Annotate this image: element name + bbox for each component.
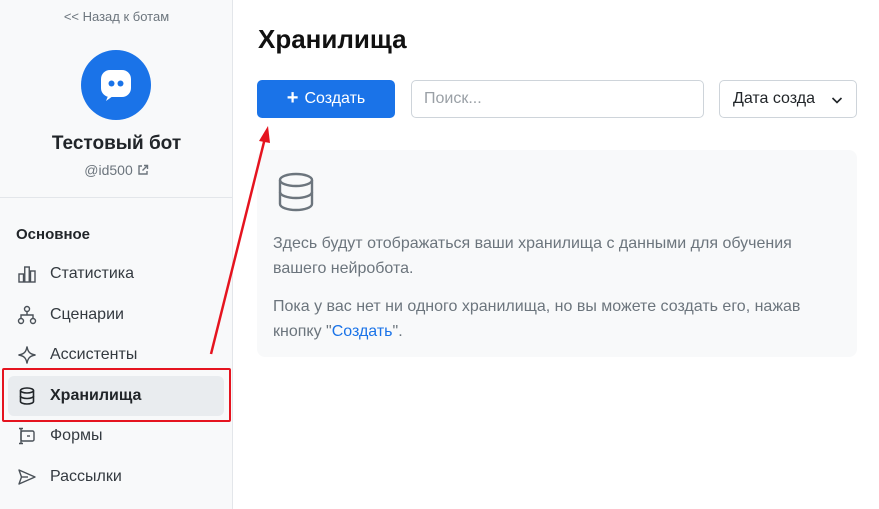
empty-state-create-link[interactable]: Создать — [332, 323, 393, 340]
page-title: Хранилища — [258, 24, 407, 54]
back-to-bots-link[interactable]: << Назад к ботам — [0, 9, 233, 24]
sidebar-item-assistants[interactable]: Ассистенты — [8, 335, 224, 375]
sort-select[interactable]: Дата созда — [719, 80, 857, 118]
sidebar-item-statistics[interactable]: Статистика — [8, 254, 224, 294]
form-icon — [17, 426, 37, 446]
flow-icon — [17, 305, 37, 325]
bot-name: Тестовый бот — [51, 133, 182, 154]
sidebar-item-label: Статистика — [50, 265, 135, 282]
database-icon — [278, 172, 314, 212]
empty-state-hint: Пока у вас нет ни одного хранилища, но в… — [273, 294, 843, 344]
bot-handle-link[interactable]: @id500 — [0, 162, 233, 178]
sidebar-item-label: Сценарии — [50, 306, 124, 323]
bot-icon — [101, 70, 131, 101]
sidebar-item-mailings[interactable]: Рассылки — [8, 457, 224, 497]
sparkle-icon — [17, 345, 37, 365]
sidebar-item-label: Ассистенты — [50, 346, 138, 363]
external-link-icon — [138, 164, 148, 175]
create-button-label: Создать — [304, 90, 366, 107]
empty-state-description: Здесь будут отображаться ваши хранилища … — [273, 235, 792, 277]
sidebar-item-label: Формы — [50, 427, 103, 444]
sidebar-section-title: Основное — [16, 226, 91, 243]
sidebar-divider — [0, 197, 233, 198]
sidebar-item-forms[interactable]: Формы — [8, 416, 224, 456]
create-button[interactable]: + Создать — [257, 80, 395, 118]
bot-avatar — [81, 50, 151, 120]
send-icon — [17, 467, 37, 487]
bot-handle-text: @id500 — [84, 162, 133, 178]
empty-state-card: Здесь будут отображаться ваши хранилища … — [257, 150, 857, 357]
database-icon — [17, 386, 37, 406]
empty-state-hint-suffix: ". — [392, 323, 403, 340]
sidebar-item-scenarios[interactable]: Сценарии — [8, 295, 224, 335]
sidebar: << Назад к ботам Тестовый бот @id500 Осн… — [0, 0, 233, 509]
plus-icon: + — [286, 87, 299, 109]
chevron-down-icon — [831, 97, 843, 104]
sort-select-value: Дата созда — [733, 90, 815, 107]
sidebar-item-label: Рассылки — [50, 468, 122, 485]
search-input[interactable] — [411, 80, 704, 118]
sidebar-item-label: Хранилища — [50, 387, 142, 404]
sidebar-item-storages[interactable]: Хранилища — [8, 376, 224, 416]
bar-chart-icon — [17, 264, 37, 284]
